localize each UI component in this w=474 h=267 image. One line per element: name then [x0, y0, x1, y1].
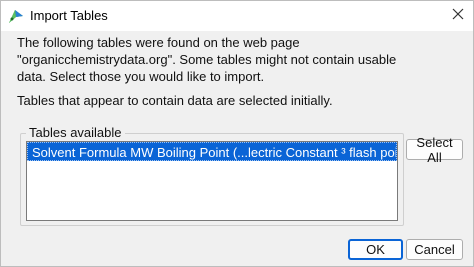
close-icon	[452, 7, 464, 25]
jmp-import-icon	[7, 7, 25, 25]
ok-button[interactable]: OK	[348, 239, 403, 260]
close-button[interactable]	[443, 1, 473, 31]
title-bar: Import Tables	[1, 1, 473, 31]
import-tables-dialog: Import Tables The following tables were …	[0, 0, 474, 267]
tables-listbox[interactable]: Solvent Formula MW Boiling Point (...lec…	[26, 141, 398, 221]
window-title: Import Tables	[30, 8, 108, 23]
select-all-button[interactable]: Select All	[406, 135, 463, 165]
group-label: Tables available	[26, 124, 125, 141]
list-item[interactable]: Solvent Formula MW Boiling Point (...lec…	[27, 142, 397, 161]
intro-message: The following tables were found on the w…	[17, 35, 397, 84]
selection-note: Tables that appear to contain data are s…	[17, 93, 333, 108]
cancel-button[interactable]: Cancel	[406, 239, 463, 260]
